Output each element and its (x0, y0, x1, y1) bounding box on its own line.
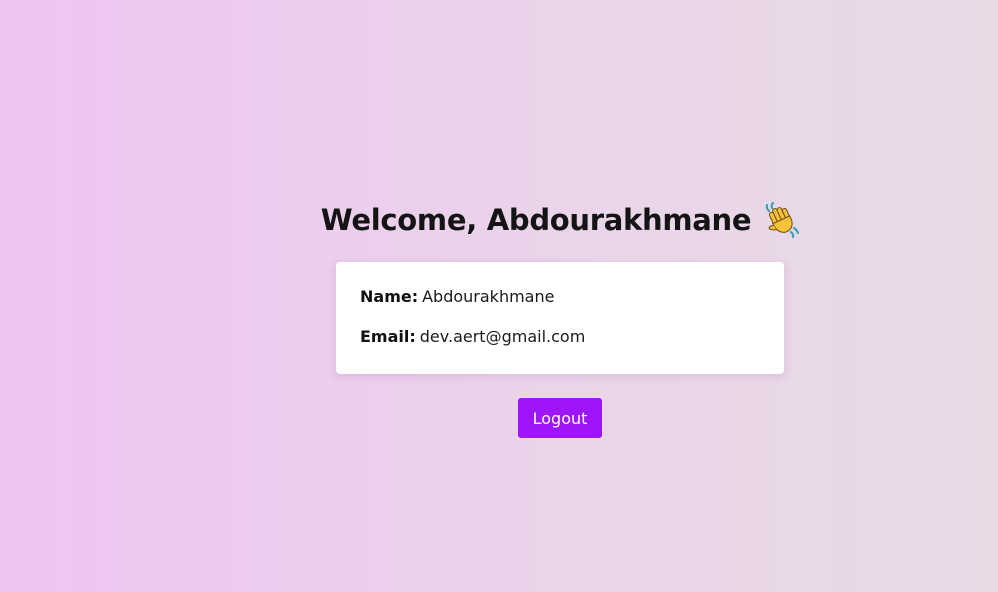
profile-card: Name: Abdourakhmane Email: dev.aert@gmail.… (336, 262, 784, 374)
email-row: Email: dev.aert@gmail.com (360, 326, 760, 348)
name-value: Abdourakhmane (422, 287, 555, 306)
email-label: Email: (360, 327, 416, 346)
email-value: dev.aert@gmail.com (419, 327, 586, 346)
welcome-header: Welcome, Abdourakhmane (321, 196, 800, 244)
page-title: Welcome, Abdourakhmane (320, 203, 752, 237)
name-label: Name: (360, 287, 419, 306)
dashboard-container: Welcome, Abdourakhmane Name: Abdourakhma… (321, 196, 800, 438)
name-row: Name: Abdourakhmane (360, 286, 760, 308)
waving-hand-icon (763, 202, 800, 238)
logout-button[interactable]: Logout (518, 398, 602, 438)
